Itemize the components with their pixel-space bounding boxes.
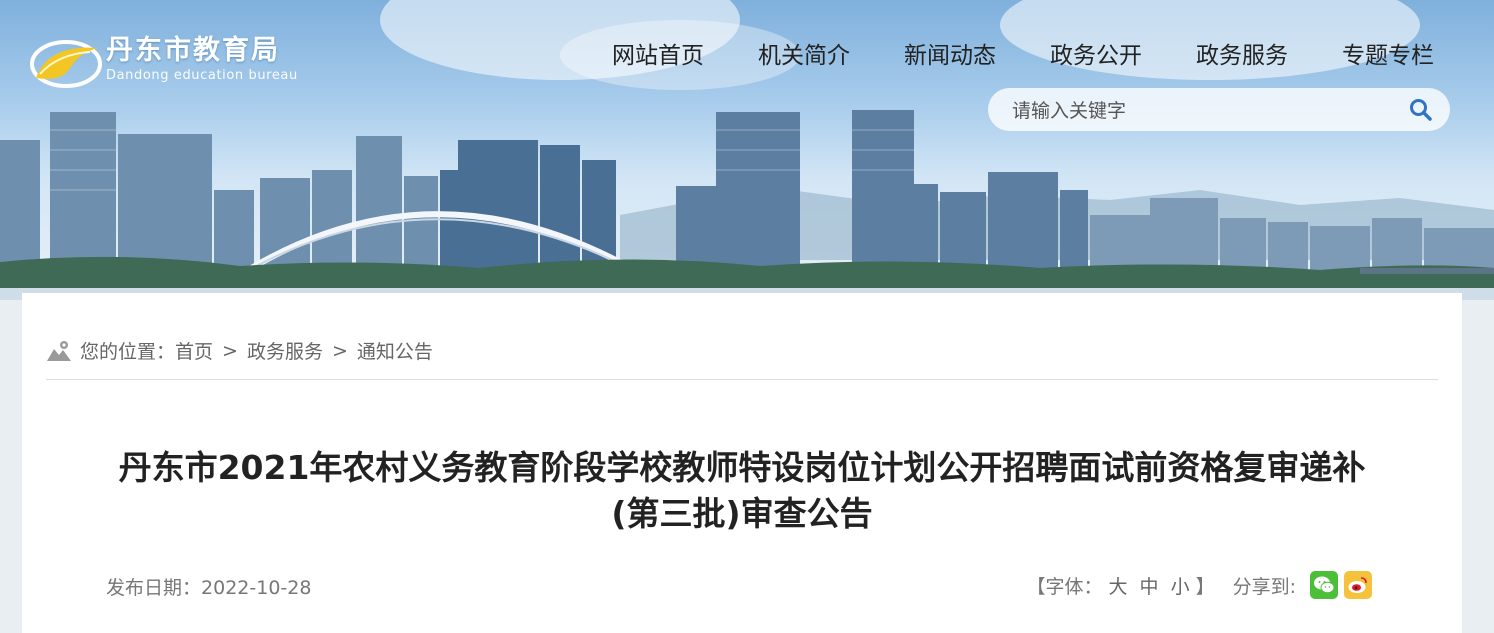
font-size-close: 】 — [1195, 575, 1215, 598]
weibo-icon[interactable] — [1344, 571, 1372, 599]
logo-swoosh-icon — [30, 40, 102, 88]
main-nav: 网站首页 机关简介 新闻动态 政务公开 政务服务 专题专栏 — [612, 40, 1434, 72]
nav-item-news[interactable]: 新闻动态 — [904, 40, 996, 72]
content-card: 您的位置： 首页 > 政务服务 > 通知公告 丹东市2021年农村义务教育阶段学… — [22, 293, 1462, 633]
site-name-cn: 丹东市教育局 — [106, 35, 280, 66]
location-pin-icon — [47, 340, 71, 361]
font-size-large-button[interactable]: 大 — [1109, 572, 1128, 599]
breadcrumb-prefix: 您的位置： — [80, 341, 176, 363]
nav-item-about[interactable]: 机关简介 — [758, 40, 850, 72]
article-title: 丹东市2021年农村义务教育阶段学校教师特设岗位计划公开招聘面试前资格复审递补(… — [118, 448, 1366, 533]
breadcrumb-divider — [46, 379, 1438, 380]
breadcrumb-separator: > — [222, 339, 238, 362]
breadcrumb-services[interactable]: 政务服务 — [247, 337, 323, 364]
font-size-open: 【字体： — [1026, 575, 1103, 598]
search-icon[interactable] — [1408, 97, 1434, 123]
search-input[interactable] — [1010, 88, 1394, 133]
publish-date: 发布日期：2022-10-28 — [106, 573, 311, 600]
wechat-icon[interactable] — [1310, 571, 1338, 599]
font-size-medium-button[interactable]: 中 — [1140, 572, 1159, 599]
search-box — [988, 88, 1450, 133]
site-logo[interactable]: 丹东市教育局 Dandong education bureau — [28, 34, 298, 90]
share-label: 分享到: — [1232, 575, 1296, 598]
nav-item-services[interactable]: 政务服务 — [1196, 40, 1288, 72]
nav-item-topics[interactable]: 专题专栏 — [1342, 40, 1434, 72]
publish-date-value: 2022-10-28 — [201, 577, 312, 599]
nav-item-home[interactable]: 网站首页 — [612, 40, 704, 72]
nav-item-public-affairs[interactable]: 政务公开 — [1050, 40, 1142, 72]
breadcrumb-home[interactable]: 首页 — [175, 337, 213, 364]
header-banner: 丹东市教育局 Dandong education bureau 网站首页 机关简… — [0, 0, 1494, 300]
site-name-en: Dandong education bureau — [106, 68, 298, 83]
font-size-small-button[interactable]: 小 — [1171, 572, 1190, 599]
publish-date-label: 发布日期： — [106, 577, 202, 599]
article-tools: 【字体： 大 中 小 】 分享到: — [1027, 571, 1372, 599]
breadcrumb-separator: > — [331, 339, 348, 362]
breadcrumb-notices[interactable]: 通知公告 — [357, 337, 433, 364]
breadcrumb: 您的位置： 首页 > 政务服务 > 通知公告 — [46, 337, 433, 364]
